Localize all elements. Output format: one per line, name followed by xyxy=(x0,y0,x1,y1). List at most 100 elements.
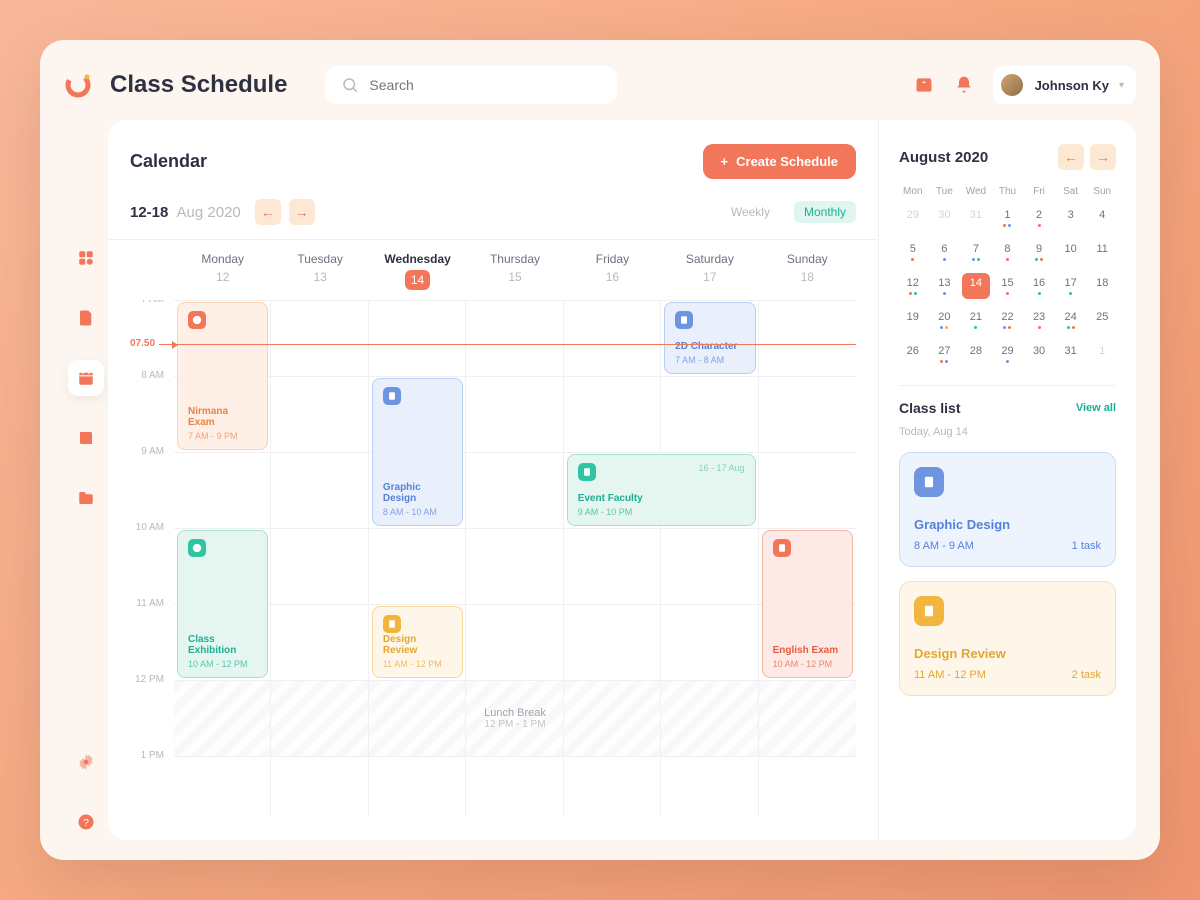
view-all-link[interactable]: View all xyxy=(1076,402,1116,414)
next-week-button[interactable]: → xyxy=(289,199,315,225)
mini-day-31[interactable]: 31 xyxy=(1057,341,1085,367)
day-header-wednesday[interactable]: Wednesday 14 xyxy=(369,252,466,290)
mini-day-26[interactable]: 26 xyxy=(899,341,927,367)
nav-docs[interactable] xyxy=(68,300,104,336)
mini-day-1[interactable]: 1 xyxy=(994,205,1022,231)
avatar xyxy=(999,72,1025,98)
mini-day-27[interactable]: 27 xyxy=(931,341,959,367)
search-input[interactable] xyxy=(369,77,601,93)
event-eventfac[interactable]: 16 - 17 Aug Event Faculty 9 AM - 10 PM xyxy=(567,454,756,526)
event-designrev[interactable]: Design Review 11 AM - 12 PM xyxy=(372,606,463,678)
create-schedule-button[interactable]: + Create Schedule xyxy=(703,144,856,179)
mini-dow: Thu xyxy=(994,186,1022,197)
hour-label: 12 PM xyxy=(130,674,174,750)
day-header-friday[interactable]: Friday 16 xyxy=(564,252,661,290)
day-header-saturday[interactable]: Saturday 17 xyxy=(661,252,758,290)
doc-icon xyxy=(383,387,401,405)
day-header-monday[interactable]: Monday 12 xyxy=(174,252,271,290)
mini-day-22[interactable]: 22 xyxy=(994,307,1022,333)
prev-week-button[interactable]: ← xyxy=(255,199,281,225)
mini-day-4[interactable]: 4 xyxy=(1088,205,1116,231)
mini-day-30[interactable]: 30 xyxy=(1025,341,1053,367)
nav-dashboard[interactable] xyxy=(68,240,104,276)
mini-day-14[interactable]: 14 xyxy=(962,273,990,299)
mini-day-19[interactable]: 19 xyxy=(899,307,927,333)
nav-calendar[interactable] xyxy=(68,360,104,396)
day-header-thursday[interactable]: Thursday 15 xyxy=(466,252,563,290)
mini-day-15[interactable]: 15 xyxy=(994,273,1022,299)
mini-day-30[interactable]: 30 xyxy=(931,205,959,231)
mini-day-29[interactable]: 29 xyxy=(994,341,1022,367)
mini-day-28[interactable]: 28 xyxy=(962,341,990,367)
mini-day-24[interactable]: 24 xyxy=(1057,307,1085,333)
doc-icon xyxy=(578,463,596,481)
nav-settings[interactable] xyxy=(68,744,104,780)
mini-day-7[interactable]: 7 xyxy=(962,239,990,265)
event-char2d[interactable]: 2D Character 7 AM - 8 AM xyxy=(664,302,755,374)
mini-day-18[interactable]: 18 xyxy=(1088,273,1116,299)
mini-day-25[interactable]: 25 xyxy=(1088,307,1116,333)
class-card-graphic design[interactable]: Graphic Design 8 AM - 9 AM 1 task xyxy=(899,452,1116,567)
event-classex[interactable]: Class Exhibition 10 AM - 12 PM xyxy=(177,530,268,678)
day-header-sunday[interactable]: Sunday 18 xyxy=(759,252,856,290)
mini-day-17[interactable]: 17 xyxy=(1057,273,1085,299)
mini-day-13[interactable]: 13 xyxy=(931,273,959,299)
bell-icon[interactable] xyxy=(953,74,975,96)
day-header-tuesday[interactable]: Tuesday 13 xyxy=(271,252,368,290)
class-card-design review[interactable]: Design Review 11 AM - 12 PM 2 task xyxy=(899,581,1116,696)
calendar-title: Calendar xyxy=(130,151,207,172)
search-box[interactable] xyxy=(325,66,617,104)
nav-help[interactable]: ? xyxy=(68,804,104,840)
doc-icon xyxy=(773,539,791,557)
class-list-title: Class list xyxy=(899,400,960,416)
mini-day-11[interactable]: 11 xyxy=(1088,239,1116,265)
nav-book[interactable] xyxy=(68,420,104,456)
event-english[interactable]: English Exam 10 AM - 12 PM xyxy=(762,530,853,678)
nav-folder[interactable] xyxy=(68,480,104,516)
svg-text:?: ? xyxy=(83,817,89,829)
check-icon xyxy=(188,311,206,329)
mini-day-23[interactable]: 23 xyxy=(1025,307,1053,333)
mini-day-3[interactable]: 3 xyxy=(1057,205,1085,231)
page-title: Class Schedule xyxy=(110,71,287,99)
doc-icon xyxy=(914,596,944,626)
hour-label: 1 PM xyxy=(130,750,174,816)
doc-icon xyxy=(914,467,944,497)
mini-dow: Fri xyxy=(1025,186,1053,197)
view-toggle: Weekly Monthly xyxy=(721,201,856,223)
mini-day-2[interactable]: 2 xyxy=(1025,205,1053,231)
mini-day-9[interactable]: 9 xyxy=(1025,239,1053,265)
mini-day-29[interactable]: 29 xyxy=(899,205,927,231)
hour-label: 11 AM xyxy=(130,598,174,674)
check-icon xyxy=(188,539,206,557)
mini-next-button[interactable]: → xyxy=(1090,144,1116,170)
mini-day-31[interactable]: 31 xyxy=(962,205,990,231)
mini-cal-title: August 2020 xyxy=(899,149,988,166)
mini-day-12[interactable]: 12 xyxy=(899,273,927,299)
now-time-label: 07.50 xyxy=(130,338,159,349)
mini-day-10[interactable]: 10 xyxy=(1057,239,1085,265)
mini-day-6[interactable]: 6 xyxy=(931,239,959,265)
mini-prev-button[interactable]: ← xyxy=(1058,144,1084,170)
inbox-icon[interactable] xyxy=(913,74,935,96)
view-monthly[interactable]: Monthly xyxy=(794,201,856,223)
mini-day-20[interactable]: 20 xyxy=(931,307,959,333)
mini-dow: Wed xyxy=(962,186,990,197)
event-graphic[interactable]: Graphic Design 8 AM - 10 AM xyxy=(372,378,463,526)
mini-day-21[interactable]: 21 xyxy=(962,307,990,333)
now-time-line xyxy=(130,344,856,345)
user-menu[interactable]: Johnson Ky ▾ xyxy=(993,66,1136,104)
view-weekly[interactable]: Weekly xyxy=(721,201,780,223)
mini-day-16[interactable]: 16 xyxy=(1025,273,1053,299)
search-icon xyxy=(341,76,359,94)
mini-day-8[interactable]: 8 xyxy=(994,239,1022,265)
hour-label: 9 AM xyxy=(130,446,174,522)
hour-label: 10 AM xyxy=(130,522,174,598)
hour-label: 8 AM xyxy=(130,370,174,446)
app-logo xyxy=(64,71,92,99)
chevron-down-icon: ▾ xyxy=(1119,80,1124,91)
mini-day-1[interactable]: 1 xyxy=(1088,341,1116,367)
hour-label: 7 AM xyxy=(130,300,174,370)
event-nirmana[interactable]: Nirmana Exam 7 AM - 9 PM xyxy=(177,302,268,450)
mini-day-5[interactable]: 5 xyxy=(899,239,927,265)
